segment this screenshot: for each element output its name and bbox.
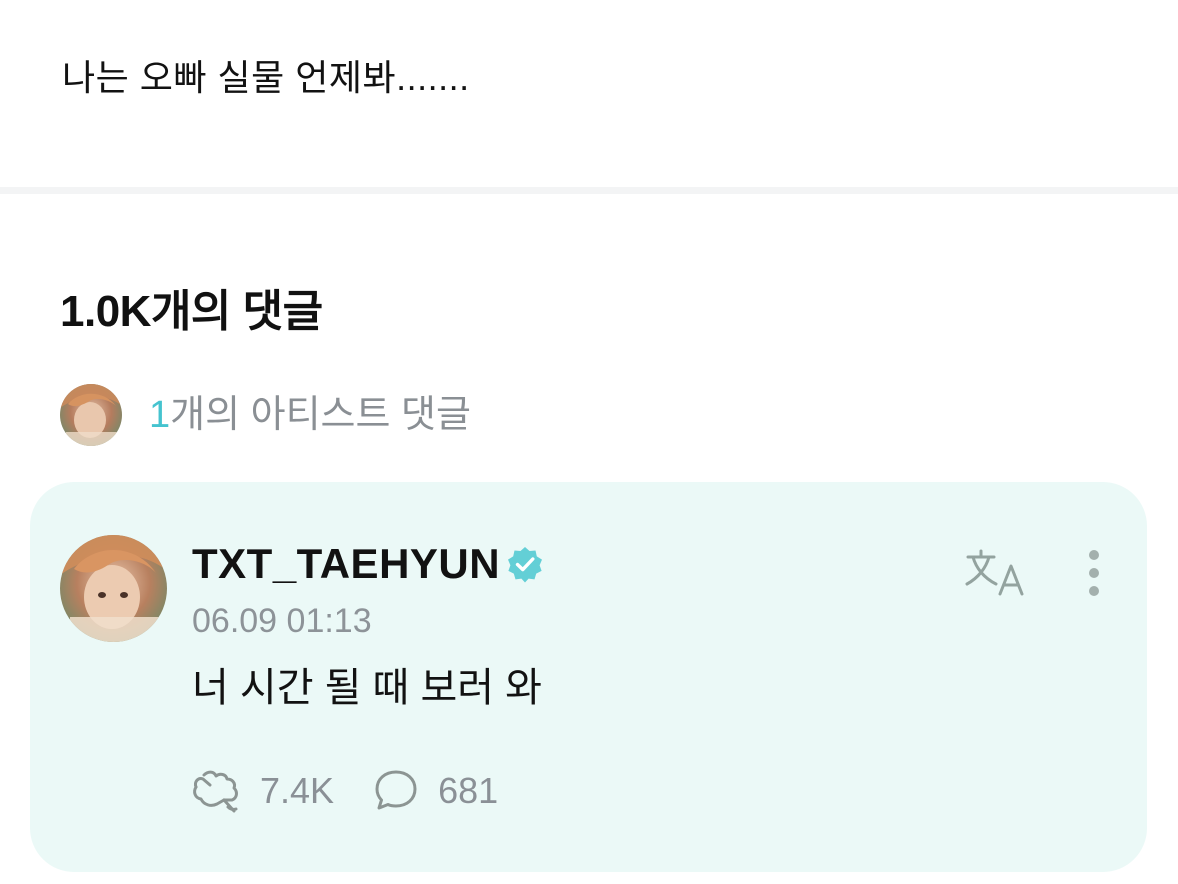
speech-bubble-icon (375, 770, 417, 810)
more-vertical-icon (1089, 550, 1099, 596)
comment-text: 너 시간 될 때 보러 와 (192, 666, 542, 710)
artist-comment-card: TXT_TAEHYUN 06.09 01:13 너 시간 될 때 보러 와 7.… (30, 482, 1147, 872)
cheer-count: 7.4K (260, 770, 335, 811)
translate-icon (965, 549, 1024, 596)
more-options-button[interactable] (1082, 548, 1106, 598)
reply-count: 681 (438, 770, 499, 811)
artist-comments-label: 1개의 아티스트 댓글 (149, 389, 471, 441)
artist-mini-avatar (60, 384, 122, 446)
author-avatar[interactable] (60, 535, 167, 642)
comment-timestamp: 06.09 01:13 (192, 602, 372, 640)
author-line: TXT_TAEHYUN (192, 538, 544, 590)
artist-comments-link[interactable]: 1개의 아티스트 댓글 (60, 384, 471, 446)
translate-button[interactable] (964, 548, 1028, 600)
reply-button[interactable]: 681 (372, 767, 498, 815)
cheer-hand-icon (193, 770, 238, 813)
cheer-button[interactable]: 7.4K (190, 767, 334, 815)
verified-badge-icon (506, 545, 544, 583)
comments-count-heading: 1.0K개의 댓글 (60, 287, 323, 336)
section-divider (0, 187, 1178, 194)
artist-comments-text: 개의 아티스트 댓글 (170, 394, 471, 436)
post-body-text: 나는 오빠 실물 언제봐....... (62, 57, 470, 98)
artist-comments-count: 1 (149, 394, 171, 436)
author-name[interactable]: TXT_TAEHYUN (192, 538, 500, 590)
comment-actions: 7.4K 681 (190, 767, 498, 815)
community-post-page: 나는 오빠 실물 언제봐....... 1.0K개의 댓글 1개의 아티스트 댓… (0, 0, 1178, 884)
